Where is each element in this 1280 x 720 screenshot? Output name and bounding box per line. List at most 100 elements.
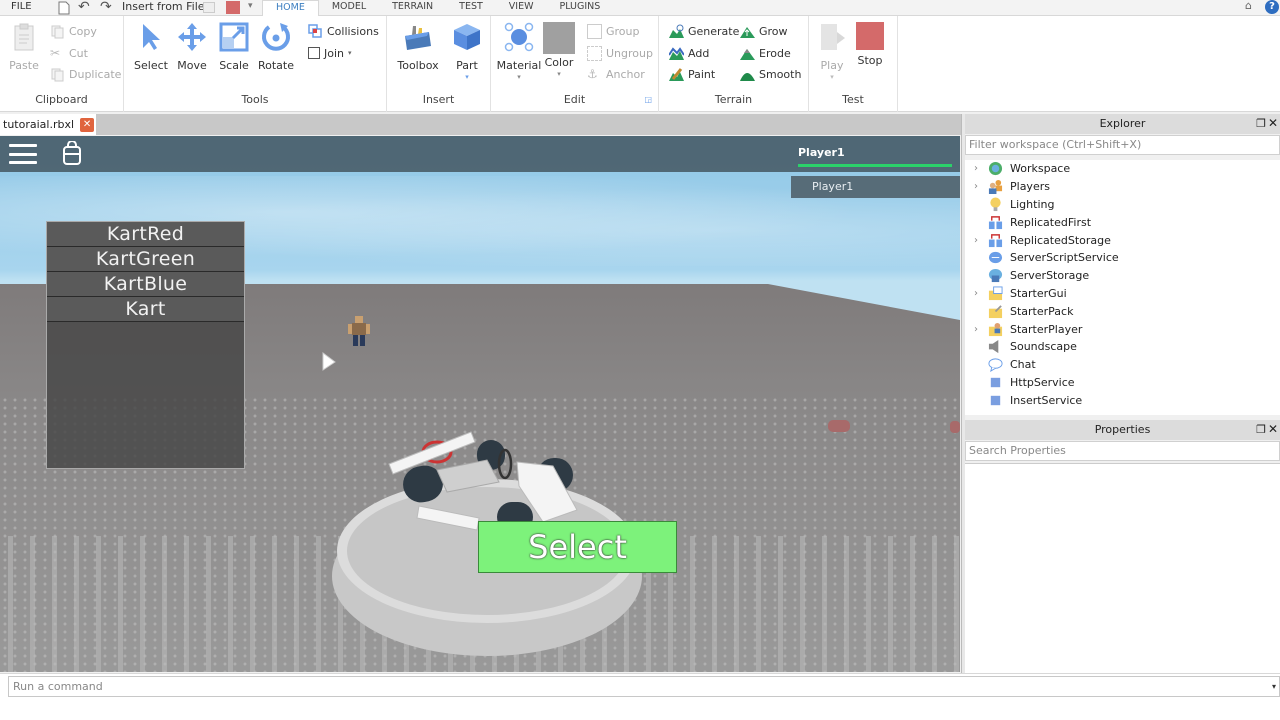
command-input[interactable]: Run a command ▾ (8, 676, 1280, 697)
collisions-toggle[interactable]: Collisions (308, 22, 379, 40)
tree-item-chat[interactable]: Chat (965, 356, 1280, 374)
tree-item-replicatedfirst[interactable]: ReplicatedFirst (965, 213, 1280, 231)
terrain-add-button[interactable]: Add (669, 44, 709, 62)
scale-icon (219, 22, 249, 52)
document-tab[interactable]: tutoraial.rbxl ✕ (0, 114, 96, 135)
close-tab-icon[interactable]: ✕ (80, 117, 95, 132)
undock-icon[interactable]: ❐ (1256, 420, 1266, 439)
rotate-tool-button[interactable]: Rotate (254, 22, 298, 72)
play-button[interactable]: Play ▾ (811, 22, 853, 81)
paste-button[interactable]: Paste (3, 22, 45, 72)
properties-search-input[interactable]: Search Properties (965, 441, 1280, 461)
play-dropdown-icon[interactable]: ▾ (811, 73, 853, 81)
backpack-icon[interactable] (62, 141, 82, 165)
explorer-filter-input[interactable]: Filter workspace (Ctrl+Shift+X) (965, 135, 1280, 155)
terrain-generate-button[interactable]: Generate (669, 22, 739, 40)
material-dropdown-icon[interactable]: ▾ (496, 73, 542, 81)
new-file-icon[interactable] (58, 1, 70, 15)
expand-arrow-icon[interactable]: › (965, 181, 987, 192)
collapse-ribbon-icon[interactable]: ⌂ (1245, 0, 1252, 12)
explorer-tree: › Workspace › Players Lighting ReplicatedF… (965, 160, 1280, 415)
expand-arrow-icon[interactable]: › (965, 235, 987, 246)
part-button[interactable]: Part ▾ (445, 22, 489, 81)
brick-part (950, 421, 960, 433)
publish-icon[interactable] (203, 2, 215, 13)
tree-item-soundscape[interactable]: Soundscape (965, 338, 1280, 356)
insert-from-file-button[interactable]: Insert from File (122, 0, 205, 14)
join-toggle[interactable]: Join ▾ (308, 44, 352, 62)
customize-quick-access-icon[interactable]: ▾ (248, 1, 253, 11)
tree-item-players[interactable]: › Players (965, 178, 1280, 196)
expand-arrow-icon[interactable]: › (965, 288, 987, 299)
help-icon[interactable]: ? (1265, 0, 1279, 14)
speaker-icon (988, 340, 999, 354)
edit-group: Material ▾ Color ▾ Group Ungroup ⚓ Anchor… (491, 16, 659, 112)
tab-view[interactable]: VIEW (496, 0, 547, 17)
undock-icon[interactable]: ❐ (1256, 114, 1266, 133)
tree-item-serverstorage[interactable]: ServerStorage (965, 267, 1280, 285)
stop-quick-icon[interactable] (226, 1, 240, 14)
game-viewport[interactable]: Player1 Player1 KartRed KartGreen KartBl… (0, 136, 960, 672)
health-bar (798, 164, 952, 167)
tab-model[interactable]: MODEL (319, 0, 379, 17)
tree-item-startergui[interactable]: › StarterGui (965, 285, 1280, 303)
tab-test[interactable]: TEST (446, 0, 496, 17)
tree-item-replicatedstorage[interactable]: › ReplicatedStorage (965, 231, 1280, 249)
terrain-smooth-button[interactable]: Smooth (740, 65, 801, 83)
clipboard-group: Paste Copy ✂ Cut Duplicate Clipboard (0, 16, 124, 112)
tree-item-starterplayer[interactable]: › StarterPlayer (965, 320, 1280, 338)
tree-item-serverscriptservice[interactable]: ServerScriptService (965, 249, 1280, 267)
redo-icon[interactable]: ↷ (100, 0, 112, 14)
command-bar: Run a command ▾ (0, 673, 1280, 720)
kart-option-green[interactable]: KartGreen (47, 247, 244, 272)
file-menu-button[interactable]: FILE (11, 0, 32, 14)
tab-plugins[interactable]: PLUGINS (547, 0, 614, 17)
join-checkbox-icon (308, 47, 320, 59)
kart-option-blue[interactable]: KartBlue (47, 272, 244, 297)
group-button[interactable]: Group (587, 22, 640, 40)
document-tab-title: tutoraial.rbxl (3, 118, 75, 131)
leaderboard-row[interactable]: Player1 (791, 176, 960, 198)
cut-button[interactable]: ✂ Cut (50, 44, 88, 62)
edit-dialog-launcher-icon[interactable]: ◲ (644, 95, 652, 104)
toolbox-button[interactable]: Toolbox (395, 22, 441, 72)
material-button[interactable]: Material ▾ (496, 22, 542, 81)
ungroup-button[interactable]: Ungroup (587, 44, 653, 62)
tree-item-httpservice[interactable]: HttpService (965, 374, 1280, 392)
terrain-grow-button[interactable]: Grow (740, 22, 788, 40)
undo-icon[interactable]: ↶ (78, 0, 90, 14)
tree-item-insertservice[interactable]: InsertService (965, 391, 1280, 409)
color-dropdown-icon[interactable]: ▾ (539, 70, 579, 78)
duplicate-button[interactable]: Duplicate (50, 65, 121, 83)
clipboard-icon (14, 23, 34, 51)
material-icon (504, 22, 534, 52)
color-button[interactable]: Color ▾ (539, 22, 579, 78)
terrain-erode-button[interactable]: Erode (740, 44, 791, 62)
tab-terrain[interactable]: TERRAIN (379, 0, 446, 17)
tree-item-workspace[interactable]: › Workspace (965, 160, 1280, 178)
ribbon-tabs: HOME MODEL TERRAIN TEST VIEW PLUGINS (262, 0, 613, 17)
select-kart-button[interactable]: Select (478, 521, 677, 573)
close-explorer-icon[interactable]: ✕ (1268, 114, 1278, 133)
command-history-dropdown-icon[interactable]: ▾ (1272, 677, 1276, 696)
menu-bar: FILE ↶ ↷ Insert from File ▾ HOME MODEL T… (0, 0, 1280, 17)
terrain-paint-button[interactable]: Paint (669, 65, 715, 83)
expand-arrow-icon[interactable]: › (965, 324, 987, 335)
part-dropdown-icon[interactable]: ▾ (445, 73, 489, 81)
anchor-button[interactable]: ⚓ Anchor (587, 65, 645, 83)
stop-button[interactable]: Stop (849, 22, 891, 67)
move-tool-button[interactable]: Move (170, 22, 214, 72)
erode-terrain-icon (740, 48, 755, 60)
close-properties-icon[interactable]: ✕ (1268, 420, 1278, 439)
kart-option-default[interactable]: Kart (47, 297, 244, 322)
expand-arrow-icon[interactable]: › (965, 163, 987, 174)
explorer-header: Explorer ❐ ✕ (965, 114, 1280, 134)
select-tool-button[interactable]: Select (129, 22, 173, 72)
hamburger-menu-icon[interactable] (9, 144, 37, 164)
scale-tool-button[interactable]: Scale (212, 22, 256, 72)
tree-item-lighting[interactable]: Lighting (965, 196, 1280, 214)
tab-home[interactable]: HOME (262, 0, 319, 17)
kart-option-red[interactable]: KartRed (47, 222, 244, 247)
tree-item-starterpack[interactable]: StarterPack (965, 302, 1280, 320)
copy-button[interactable]: Copy (50, 22, 97, 40)
